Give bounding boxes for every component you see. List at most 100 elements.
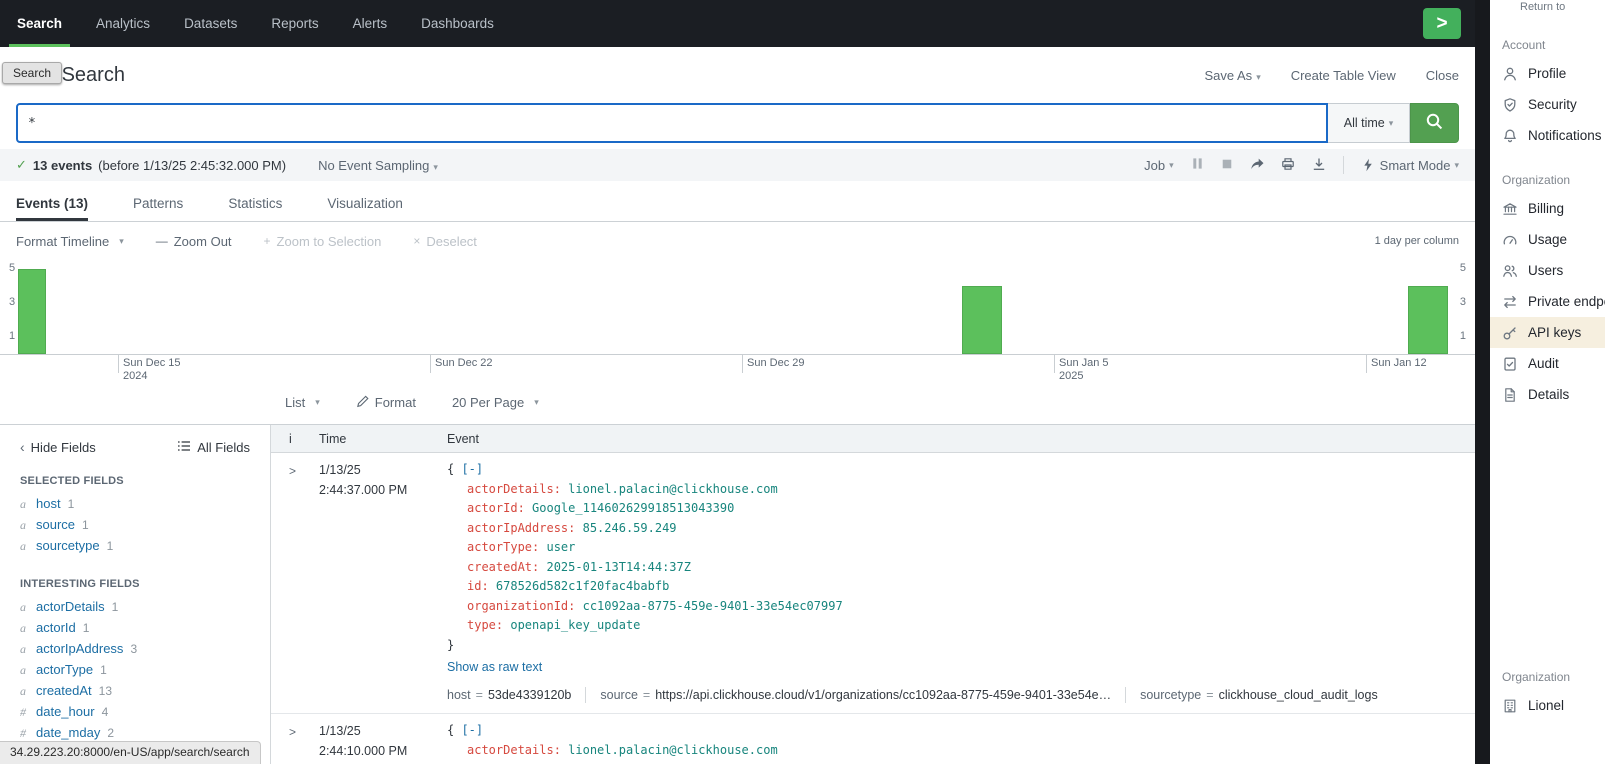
field-row-date-hour[interactable]: #date_hour4: [0, 701, 270, 722]
timeline-bar[interactable]: [1408, 286, 1448, 354]
nav-item-analytics[interactable]: Analytics: [79, 0, 167, 47]
timeline-bar[interactable]: [962, 286, 1002, 354]
field-row-source[interactable]: asource1: [0, 514, 270, 535]
per-page-label: 20 Per Page: [452, 395, 524, 410]
job-menu[interactable]: Job▾: [1144, 158, 1174, 173]
meta-field-host[interactable]: host=53de4339120b: [447, 688, 571, 702]
field-row-actordetails[interactable]: aactorDetails1: [0, 596, 270, 617]
event-time[interactable]: 1/13/252:44:10.000 PM: [319, 721, 447, 761]
deselect-button[interactable]: ×Deselect: [413, 234, 477, 249]
success-check-icon: ✓: [16, 157, 27, 173]
pause-button[interactable]: [1191, 157, 1204, 173]
hide-fields-button[interactable]: ‹Hide Fields: [20, 439, 96, 455]
list-view-dropdown[interactable]: List▾: [285, 395, 320, 410]
menu-item-notifications[interactable]: Notifications: [1490, 120, 1605, 151]
show-raw-text-link[interactable]: Show as raw text: [447, 660, 1475, 674]
per-page-dropdown[interactable]: 20 Per Page▾: [452, 395, 539, 410]
chevron-left-icon: ‹: [20, 439, 25, 455]
search-button[interactable]: [1410, 103, 1459, 143]
format-results-button[interactable]: Format: [356, 395, 416, 411]
field-row-actortype[interactable]: aactorType1: [0, 659, 270, 680]
field-row-createdat[interactable]: acreatedAt13: [0, 680, 270, 701]
field-row-date-mday[interactable]: #date_mday2: [0, 722, 270, 743]
share-button[interactable]: [1250, 157, 1264, 174]
panel-section-label: Account: [1502, 38, 1605, 52]
return-link[interactable]: Return to: [1520, 1, 1565, 13]
field-row-host[interactable]: ahost1: [0, 493, 270, 514]
nav-item-dashboards[interactable]: Dashboards: [404, 0, 511, 47]
menu-item-details[interactable]: Details: [1490, 379, 1605, 410]
key-icon: [1502, 325, 1518, 341]
field-name[interactable]: createdAt: [36, 682, 92, 699]
menu-item-private-endpoints[interactable]: Private endpoints: [1490, 286, 1605, 317]
json-collapse-link[interactable]: [-]: [461, 723, 483, 737]
create-table-view-button[interactable]: Create Table View: [1291, 68, 1396, 83]
timeline-bar[interactable]: [18, 269, 46, 354]
json-key: actorDetails:: [467, 743, 568, 757]
events-table-header: i Time Event: [271, 425, 1475, 453]
user-icon: [1502, 66, 1518, 82]
field-name[interactable]: source: [36, 516, 75, 533]
menu-item-audit[interactable]: Audit: [1490, 348, 1605, 379]
meta-value[interactable]: clickhouse_cloud_audit_logs: [1219, 688, 1378, 702]
json-value: user: [546, 540, 575, 554]
event-time[interactable]: 1/13/252:44:37.000 PM: [319, 460, 447, 703]
swap-icon: [1502, 294, 1518, 310]
field-name[interactable]: sourcetype: [36, 537, 100, 554]
menu-item-api-keys[interactable]: API keys: [1490, 317, 1605, 348]
lightning-icon: [1361, 158, 1375, 172]
tab-visualization[interactable]: Visualization: [327, 188, 403, 221]
meta-field-source[interactable]: source=https://api.clickhouse.cloud/v1/o…: [600, 688, 1111, 702]
time-range-picker[interactable]: All time▾: [1328, 103, 1410, 143]
print-button[interactable]: [1281, 157, 1295, 174]
menu-item-users[interactable]: Users: [1490, 255, 1605, 286]
event-sampling-label: No Event Sampling: [318, 158, 429, 173]
meta-field-sourcetype[interactable]: sourcetype=clickhouse_cloud_audit_logs: [1140, 688, 1378, 702]
field-name[interactable]: actorDetails: [36, 598, 105, 615]
search-input[interactable]: [18, 116, 1326, 131]
selected-fields-list: ahost1asource1asourcetype1: [0, 493, 270, 556]
nav-item-datasets[interactable]: Datasets: [167, 0, 254, 47]
menu-item-profile[interactable]: Profile: [1490, 58, 1605, 89]
field-name[interactable]: actorIpAddress: [36, 640, 123, 657]
menu-item-billing[interactable]: Billing: [1490, 193, 1605, 224]
tab-patterns[interactable]: Patterns: [133, 188, 183, 221]
y-axis-label: 5: [9, 262, 15, 274]
field-name[interactable]: host: [36, 495, 61, 512]
tab-statistics[interactable]: Statistics: [228, 188, 282, 221]
meta-value[interactable]: https://api.clickhouse.cloud/v1/organiza…: [655, 688, 1111, 702]
close-button[interactable]: Close: [1426, 68, 1459, 83]
field-name[interactable]: date_hour: [36, 703, 95, 720]
zoom-out-button[interactable]: —Zoom Out: [156, 234, 232, 249]
save-as-button[interactable]: Save As▾: [1204, 68, 1260, 83]
json-open-line: { [-]: [447, 721, 1475, 741]
menu-item-lionel[interactable]: Lionel: [1490, 690, 1605, 721]
y-axis-label: 1: [9, 330, 15, 342]
search-mode-selector[interactable]: Smart Mode▾: [1361, 158, 1459, 173]
nav-item-alerts[interactable]: Alerts: [336, 0, 405, 47]
zoom-to-selection-button[interactable]: +Zoom to Selection: [264, 234, 382, 249]
all-fields-button[interactable]: All Fields: [177, 440, 250, 455]
splunk-logo[interactable]: >: [1423, 8, 1461, 39]
stop-button[interactable]: [1221, 158, 1233, 173]
menu-item-security[interactable]: Security: [1490, 89, 1605, 120]
menu-item-usage[interactable]: Usage: [1490, 224, 1605, 255]
tab-events-13[interactable]: Events (13): [16, 188, 88, 221]
event-expander[interactable]: >: [271, 721, 319, 761]
format-timeline-dropdown[interactable]: Format Timeline▾: [16, 234, 124, 249]
json-key: createdAt:: [467, 560, 546, 574]
caret-down-icon: ▾: [1256, 72, 1261, 82]
event-sampling-dropdown[interactable]: No Event Sampling▾: [318, 158, 438, 173]
field-name[interactable]: actorId: [36, 619, 76, 636]
field-row-actorid[interactable]: aactorId1: [0, 617, 270, 638]
field-name[interactable]: actorType: [36, 661, 93, 678]
field-name[interactable]: date_mday: [36, 724, 100, 741]
field-row-sourcetype[interactable]: asourcetype1: [0, 535, 270, 556]
nav-item-search[interactable]: Search: [0, 0, 79, 47]
export-button[interactable]: [1312, 157, 1326, 174]
meta-value[interactable]: 53de4339120b: [488, 688, 571, 702]
json-collapse-link[interactable]: [-]: [461, 462, 483, 476]
field-row-actoripaddress[interactable]: aactorIpAddress3: [0, 638, 270, 659]
nav-item-reports[interactable]: Reports: [254, 0, 335, 47]
event-expander[interactable]: >: [271, 460, 319, 703]
